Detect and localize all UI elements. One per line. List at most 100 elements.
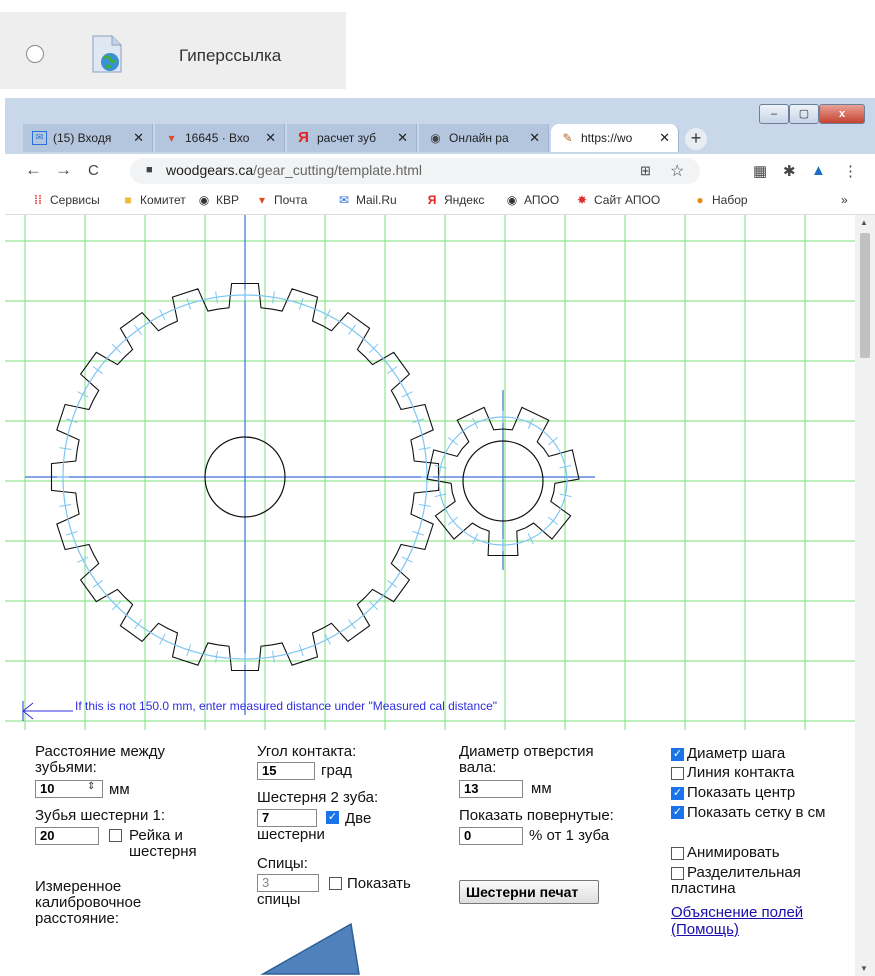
tab-label: (15) Входя [53,131,112,145]
pitch-tick [134,324,142,335]
pitch-tick [92,366,103,374]
star-icon[interactable]: ☆ [670,161,684,181]
gears [25,215,595,715]
show-rotated-input[interactable]: 0 [459,827,523,845]
pitch-tick [159,309,166,321]
explain-fields-link[interactable]: Объяснение полей [671,904,803,921]
tab-yandex-search[interactable]: Я расчет зуб ✕ [287,124,417,152]
pitch-tick [348,619,356,630]
tab-woodgears[interactable]: ✎ https://wo ✕ [551,124,679,152]
address-bar[interactable]: ■ woodgears.ca/gear_cutting/template.htm… [130,158,700,184]
pitch-tick [348,324,356,335]
globe-icon: ◉ [506,193,518,207]
shaft-diameter-label: Диаметр отверстия вала: [459,743,594,776]
gear1-teeth-input[interactable]: 20 [35,827,99,845]
gear-template-drawing [5,215,855,730]
contact-line-label: Линия контакта [687,764,795,781]
bookmark-kvr[interactable]: ◉ КВР [197,193,239,207]
browser-window: – ▢ x ✉ (15) Входя ✕ ▾ 16645 · Вхо ✕ Я р… [5,98,875,976]
tab-gmail[interactable]: ✉ (15) Входя ✕ [23,124,153,152]
tab-close-icon[interactable]: ✕ [659,124,670,152]
bookmark-apoo-site[interactable]: ✸ Сайт АПОО [575,193,660,207]
pitch-tick [92,580,103,588]
tab-yandex-mail[interactable]: ▾ 16645 · Вхо ✕ [155,124,285,152]
pitch-tick [134,619,142,630]
gear2-teeth-label: Шестерня 2 зуба: [257,789,379,806]
pitch-tick [447,436,458,446]
show-center-checkbox[interactable]: ✓ [671,787,684,800]
animate-checkbox[interactable] [671,847,684,860]
contact-angle-label: Угол контакта: [257,743,357,760]
pitch-tick [472,417,479,429]
bookmark-mail[interactable]: ▾ Почта [255,193,307,207]
tab-close-icon[interactable]: ✕ [133,124,144,152]
hyperlink-radio[interactable] [26,45,44,63]
show-center-label: Показать центр [687,784,796,801]
pitch-tick [387,366,398,374]
tab-close-icon[interactable]: ✕ [529,124,540,152]
show-spokes-label: Показать спицы [257,875,411,908]
contact-line-checkbox[interactable] [671,767,684,780]
lock-icon: ■ [146,164,153,176]
tab-close-icon[interactable]: ✕ [265,124,276,152]
pitch-tick [527,533,534,545]
rack-checkbox[interactable] [109,829,122,842]
tab-close-icon[interactable]: ✕ [397,124,408,152]
pitch-diameter-label: Диаметр шага [687,745,786,762]
calibration-arrow [22,701,73,721]
shaft-diameter-input[interactable]: 13 [459,780,523,798]
scroll-up-icon[interactable]: ▲ [860,218,868,227]
pitch-diameter-checkbox[interactable]: ✓ [671,748,684,761]
puzzle-extensions-icon[interactable]: ✱ [783,162,796,180]
forward-button[interactable]: → [55,160,72,180]
new-tab-button[interactable]: + [685,128,707,150]
menu-dots-icon[interactable]: ⋮ [843,162,858,180]
show-rotated-label: Показать повернутые: [459,807,614,824]
folder-icon: ■ [124,193,132,207]
page-content: If this is not 150.0 mm, enter measured … [5,215,855,976]
gear1-teeth-label: Зубья шестерни 1: [35,807,166,824]
tab-label: https://wo [581,131,633,145]
bookmarks-bar: ⁞⁞ Сервисы ■ Комитет ◉ КВР ▾ Почта ✉ Mail.Ru … [5,188,875,215]
grid-lines [5,215,855,730]
pitch-tick [527,417,534,429]
hyperlink-option[interactable]: Гиперссылка [0,12,346,89]
bookmark-mailru[interactable]: ✉ Mail.Ru [337,193,397,207]
bookmark-services[interactable]: ⁞⁞ Сервисы [31,193,100,207]
back-button[interactable]: ← [25,160,42,180]
show-grid-label: Показать сетку в см [687,804,826,821]
bookmarks-more-button[interactable]: » [841,193,848,207]
print-gears-button[interactable]: Шестерни печат [459,880,599,904]
woodgears-icon: ✎ [562,131,573,145]
scroll-down-icon[interactable]: ▼ [860,964,868,973]
globe-icon: ◉ [198,193,210,207]
calendar-extension-icon[interactable]: ▦ [753,162,767,180]
rack-label: Рейка и шестерня [129,827,197,860]
bookmark-apoo[interactable]: ◉ АПОО [505,193,559,207]
pitch-tick [77,391,89,398]
spinner-icon[interactable]: ⇕ [87,781,95,792]
reload-button[interactable]: C [88,162,99,179]
show-rotated-unit: % от 1 зуба [529,827,610,844]
tab-online-calc[interactable]: ◉ Онлайн ра ✕ [419,124,549,152]
contact-angle-input[interactable]: 15 [257,762,315,780]
mail-icon: ▾ [258,193,266,207]
annotation-arrow-icon [260,922,360,975]
calibration-note: If this is not 150.0 mm, enter measured … [75,699,498,713]
bookmark-committee[interactable]: ■ Комитет [121,193,185,207]
mail-icon: ✉ [32,131,47,145]
vertical-scrollbar[interactable]: ▲ ▼ [855,215,875,976]
help-link[interactable]: (Помощь) [671,921,739,938]
profile-extension-icon[interactable]: ▲ [811,162,826,179]
bookmark-yandex[interactable]: Я Яндекс [425,193,485,207]
tab-label: расчет зуб [317,131,376,145]
separator-plate-label: Разделительная пластина [671,864,801,897]
yandex-icon: Я [298,129,309,146]
site-icon: ✸ [576,193,588,207]
bookmark-nabor[interactable]: ● Набор [693,193,747,207]
translate-icon[interactable]: ⊞ [640,163,651,179]
pitch-tick [472,533,479,545]
browser-toolbar: ← → C ■ woodgears.ca/gear_cutting/templa… [5,154,875,188]
pitch-tick [387,580,398,588]
scrollbar-thumb[interactable] [860,233,870,358]
